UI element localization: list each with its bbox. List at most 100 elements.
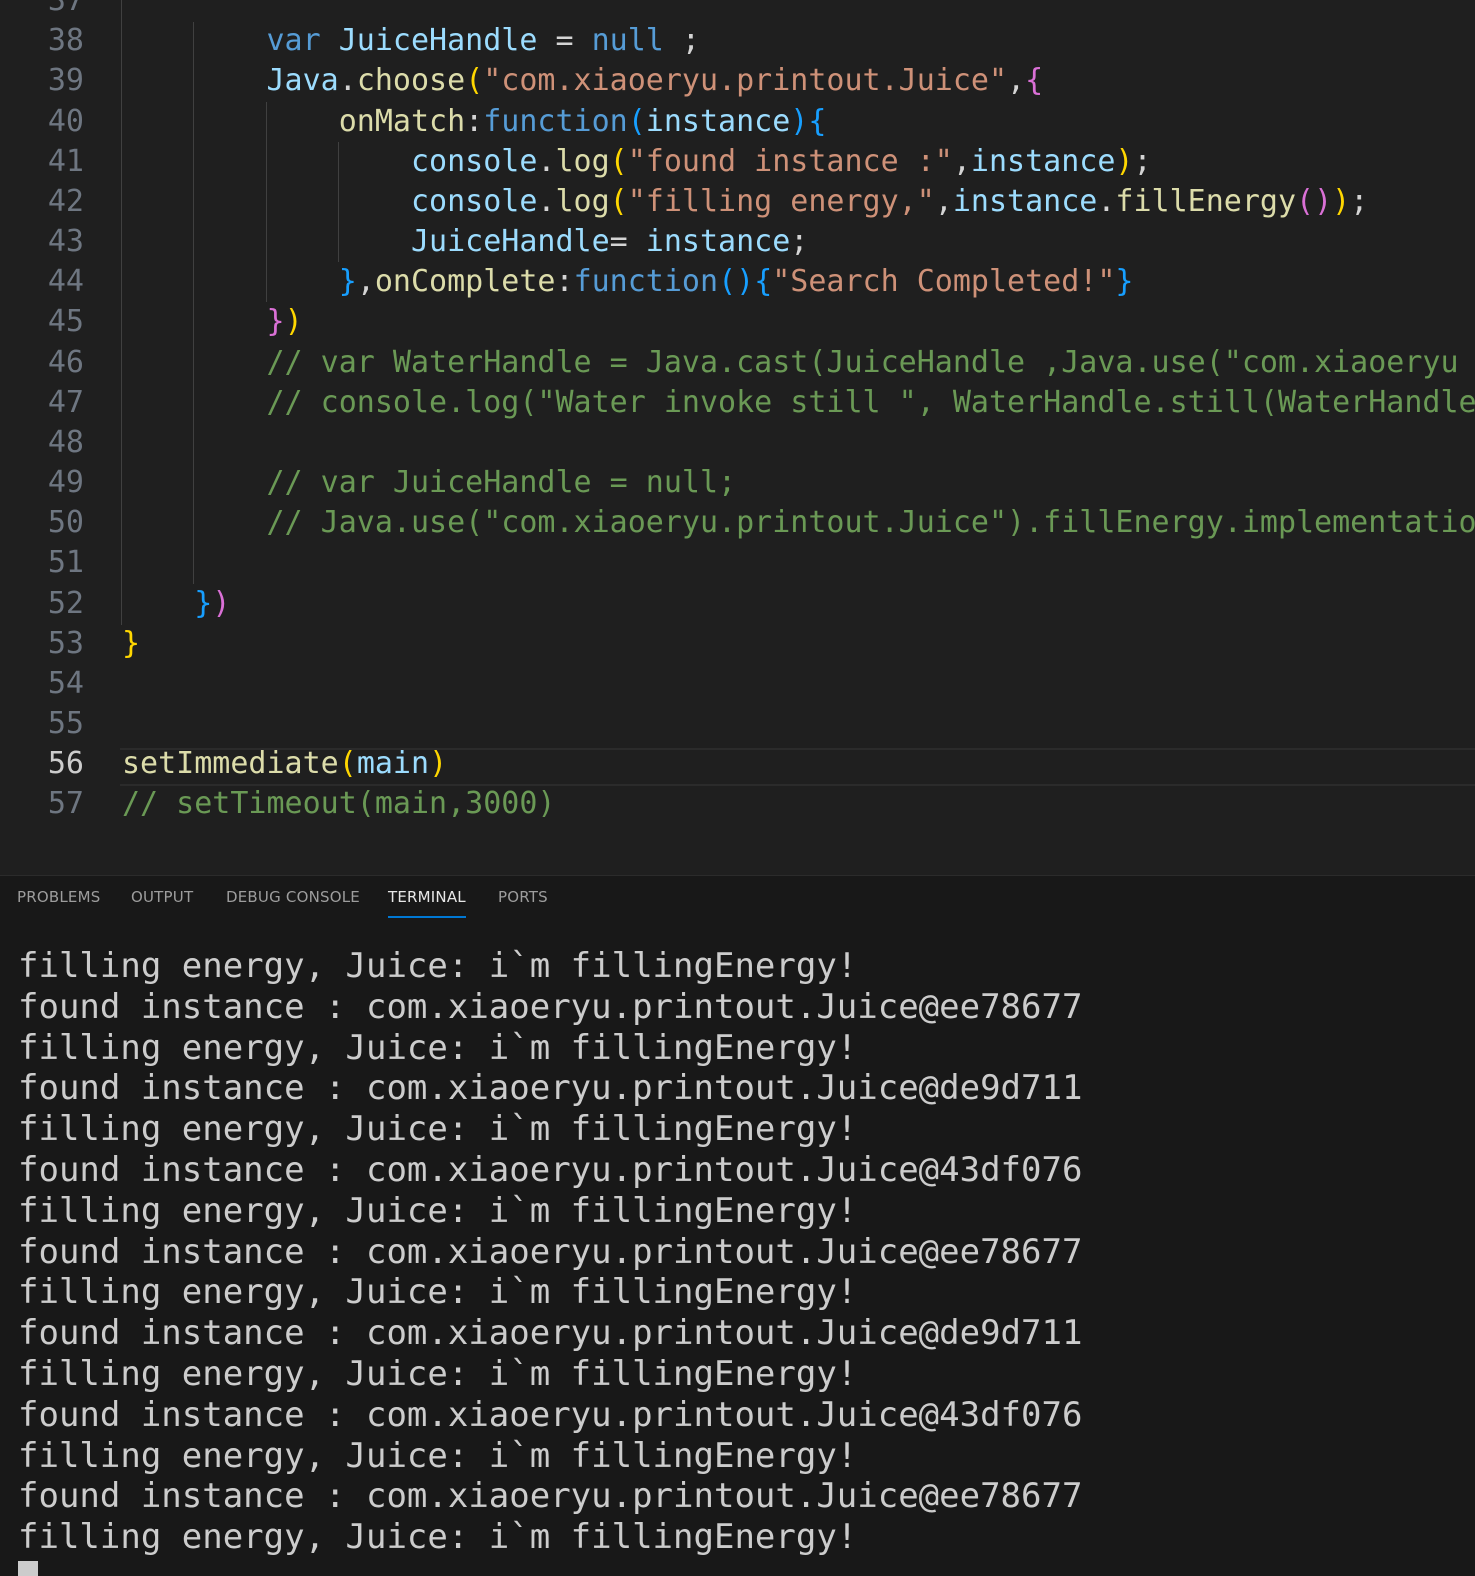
tab-debug-console[interactable]: DEBUG CONSOLE [226, 888, 360, 906]
code-line[interactable]: 38 var JuiceHandle = null ; [0, 21, 1475, 61]
code-line[interactable]: 44 },onComplete:function(){"Search Compl… [0, 262, 1475, 302]
code-token: instance [645, 224, 791, 260]
code-token: , [934, 183, 953, 219]
code-token: { [754, 264, 773, 300]
code-line[interactable]: 48 [0, 423, 1475, 463]
code-token: ) [790, 103, 809, 139]
line-number: 49 [47, 465, 84, 501]
code-line[interactable]: 46 // var WaterHandle = Java.cast(JuiceH… [0, 343, 1475, 383]
code-token: { [1025, 63, 1044, 99]
code-text: JuiceHandle= instance; [122, 222, 808, 262]
code-token: "com.xiaoeryu.printout.Juice" [483, 63, 1008, 99]
code-token: ) [1332, 183, 1351, 219]
code-line[interactable]: 52 }) [0, 584, 1475, 624]
line-number: 52 [47, 585, 84, 621]
line-number: 55 [47, 706, 84, 742]
line-number: 38 [47, 23, 84, 59]
line-number: 43 [47, 224, 84, 260]
code-token: . [338, 63, 357, 99]
code-line[interactable]: 50 // Java.use("com.xiaoeryu.printout.Ju… [0, 503, 1475, 543]
code-line[interactable]: 45 }) [0, 302, 1475, 342]
terminal-line: filling energy, Juice: i`m fillingEnergy… [18, 1517, 858, 1558]
code-token: fillEnergy [1115, 183, 1297, 219]
line-number: 45 [47, 304, 84, 340]
terminal-line: filling energy, Juice: i`m fillingEnergy… [18, 946, 858, 986]
terminal-line: found instance : com.xiaoeryu.printout.J… [18, 1068, 1083, 1109]
code-token: ) [212, 585, 231, 621]
code-token: log [555, 183, 610, 219]
code-token: "Search Completed!" [772, 264, 1116, 300]
code-token: = [537, 23, 592, 59]
code-line[interactable]: 57 // setTimeout(main,3000) [0, 784, 1475, 824]
code-token: } [122, 625, 141, 661]
code-token: = [609, 224, 646, 260]
terminal-line: filling energy, Juice: i`m fillingEnergy… [18, 1190, 858, 1231]
code-token: , [1007, 63, 1026, 99]
line-number: 50 [47, 505, 84, 541]
code-token: { [808, 103, 827, 139]
code-token: () [1296, 183, 1333, 219]
code-token: ; [1133, 143, 1152, 179]
code-token: choose [356, 63, 466, 99]
code-line[interactable]: 42 console.log("filling energy,",instanc… [0, 182, 1475, 222]
code-text: onMatch:function(instance){ [122, 102, 827, 142]
line-number: 40 [47, 103, 84, 139]
code-token: ; [790, 224, 809, 260]
code-line[interactable]: 53} [0, 624, 1475, 664]
code-token: instance [952, 183, 1098, 219]
code-token: . [1097, 183, 1116, 219]
code-line[interactable]: 54 [0, 664, 1475, 704]
code-token: "filling energy," [627, 183, 935, 219]
line-number: 44 [47, 264, 84, 300]
code-text: },onComplete:function(){"Search Complete… [122, 262, 1134, 302]
code-text: // var WaterHandle = Java.cast(JuiceHand… [122, 343, 1459, 383]
code-text: setImmediate(main) [122, 744, 447, 784]
code-token: Java [122, 63, 339, 99]
bottom-panel: PROBLEMS OUTPUT DEBUG CONSOLE TERMINAL P… [0, 875, 1475, 1576]
code-token: log [555, 143, 610, 179]
code-line[interactable]: 51 [0, 543, 1475, 583]
code-line[interactable]: 41 console.log("found instance :",instan… [0, 142, 1475, 182]
code-text: // var JuiceHandle = null; [122, 463, 736, 503]
tab-ports[interactable]: PORTS [498, 888, 548, 906]
code-line[interactable]: 47 // console.log("Water invoke still ",… [0, 383, 1475, 423]
code-token: ( [609, 183, 628, 219]
code-line[interactable]: 49 // var JuiceHandle = null; [0, 463, 1475, 503]
code-line[interactable]: 56 setImmediate(main) [0, 744, 1475, 784]
code-token: console [122, 143, 538, 179]
code-token: // setTimeout(main,3000) [122, 786, 556, 822]
tab-terminal[interactable]: TERMINAL [388, 888, 466, 906]
line-number: 48 [47, 424, 84, 460]
code-token: instance [645, 103, 791, 139]
line-number: 46 [47, 344, 84, 380]
code-token: : [465, 103, 484, 139]
code-line[interactable]: 37 [0, 0, 1475, 21]
code-editor[interactable]: 37 38 var JuiceHandle = null ; 39 Java.cho… [0, 0, 1475, 875]
code-token: ; [663, 23, 700, 59]
line-number: 54 [47, 665, 84, 701]
code-token: JuiceHandle [122, 224, 610, 260]
terminal-output[interactable]: filling energy, Juice: i`m fillingEnergy… [18, 946, 1458, 1558]
line-number: 37 [47, 0, 84, 18]
code-token: instance [970, 143, 1116, 179]
tab-output[interactable]: OUTPUT [131, 888, 193, 906]
code-line[interactable]: 39 Java.choose("com.xiaoeryu.printout.Ju… [0, 61, 1475, 101]
line-number: 39 [47, 63, 84, 99]
code-line[interactable]: 43 JuiceHandle= instance; [0, 222, 1475, 262]
line-number: 51 [47, 545, 84, 581]
code-text: console.log("found instance :",instance)… [122, 142, 1152, 182]
code-token: // var WaterHandle = Java.cast(JuiceHand… [122, 344, 1459, 380]
terminal-line: filling energy, Juice: i`m fillingEnergy… [18, 1353, 858, 1394]
code-token: } [122, 304, 285, 340]
code-token: ( [338, 746, 357, 782]
terminal-line: found instance : com.xiaoeryu.printout.J… [18, 1149, 1083, 1190]
code-line[interactable]: 40 onMatch:function(instance){ [0, 102, 1475, 142]
code-token: // console.log("Water invoke still ", Wa… [122, 384, 1475, 420]
tab-problems[interactable]: PROBLEMS [17, 888, 100, 906]
code-line[interactable]: 55 [0, 704, 1475, 744]
terminal-line: filling energy, Juice: i`m fillingEnergy… [18, 1109, 858, 1150]
terminal-line: filling energy, Juice: i`m fillingEnergy… [18, 1435, 858, 1476]
code-token: . [537, 183, 556, 219]
code-text: console.log("filling energy,",instance.f… [122, 182, 1368, 222]
terminal-line: found instance : com.xiaoeryu.printout.J… [18, 1231, 1083, 1272]
